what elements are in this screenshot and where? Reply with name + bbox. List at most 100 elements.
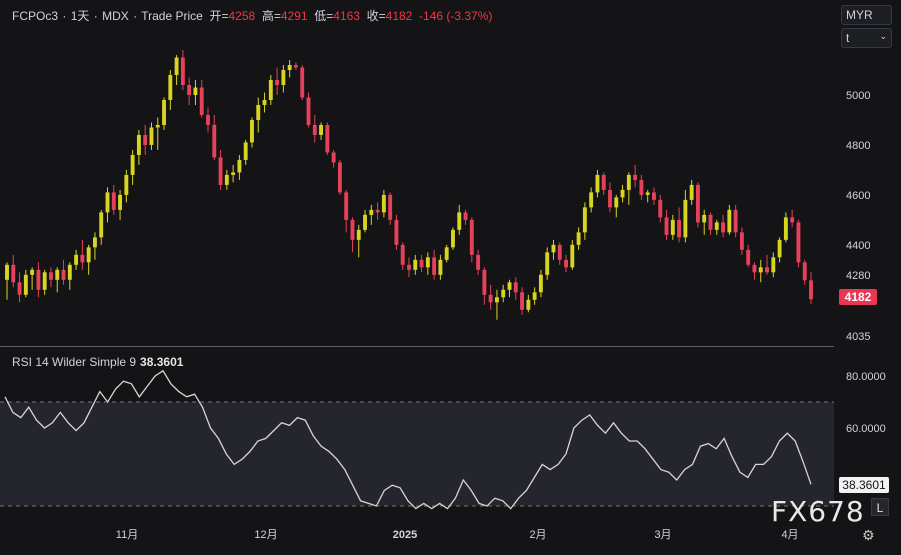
candle-body: [494, 297, 499, 303]
candle-body: [193, 87, 198, 95]
last-price-badge: 4182: [839, 289, 877, 305]
candle-body: [162, 99, 166, 125]
candle-body: [206, 114, 210, 125]
candle-body: [36, 269, 41, 290]
time-tick-label: 11月: [116, 529, 138, 541]
candle-body: [180, 57, 185, 86]
candle-body: [5, 264, 9, 280]
candle-body: [275, 80, 280, 86]
candle-body: [92, 237, 97, 248]
currency-select[interactable]: MYR: [841, 5, 892, 25]
time-tick-label: 12月: [254, 529, 277, 541]
price-tick-label: 5000: [846, 90, 870, 102]
price-tick-label: 4035: [846, 331, 870, 343]
candle-body: [633, 174, 638, 180]
chart-canvas[interactable]: 403542804400460048005000 60.000080.0000 …: [0, 0, 901, 550]
unit-select[interactable]: t ⌄: [841, 28, 892, 48]
candle-body: [425, 257, 430, 268]
candle-body: [312, 124, 317, 135]
candle-body: [293, 65, 298, 68]
candle-body: [758, 267, 763, 273]
candle-body: [187, 85, 192, 95]
candle-body: [130, 154, 135, 175]
symbol-header: FCPOc3 · 1天 · MDX · Trade Price 开=4258 高…: [12, 9, 493, 23]
time-tick-label: 4月: [781, 529, 798, 541]
candle-body: [369, 209, 374, 215]
candle-body: [350, 219, 355, 240]
candle-body: [608, 189, 612, 208]
candle-body: [765, 267, 769, 273]
candle-body: [363, 214, 367, 230]
rsi-header[interactable]: RSI 14 Wilder Simple 9 38.3601: [12, 355, 183, 369]
candle-body: [42, 272, 47, 290]
chart-area[interactable]: 4035 4280 4400 4600 4800 5000 60.0000 80.0000 …: [0, 0, 901, 550]
candle-body: [689, 184, 694, 200]
rsi-tick-label: 80.0000: [846, 371, 886, 383]
candle-body: [49, 272, 53, 280]
candle-body: [23, 274, 28, 295]
close-label: 收=: [366, 9, 386, 23]
candle-body: [268, 80, 273, 100]
candle-body: [30, 269, 35, 275]
candle-body: [463, 212, 468, 220]
settings-gear-icon[interactable]: ⚙: [862, 527, 875, 544]
interval-label[interactable]: 1天: [71, 9, 90, 23]
time-tick-label: 2025: [393, 529, 417, 541]
candle-body: [444, 247, 449, 260]
time-tick-label: 2月: [529, 529, 546, 541]
price-tick-label: 4400: [846, 240, 870, 252]
candle-body: [61, 269, 66, 280]
candle-body: [626, 174, 631, 190]
candle-body: [564, 259, 568, 268]
candle-body: [11, 264, 16, 283]
candle-body: [582, 207, 587, 233]
candle-body: [111, 192, 116, 210]
candle-body: [501, 289, 506, 298]
candle-body: [218, 157, 223, 185]
candle-body: [645, 192, 650, 195]
candle-body: [771, 257, 776, 273]
candle-body: [695, 184, 700, 223]
candle-body: [746, 249, 751, 265]
candle-body: [551, 244, 556, 253]
candle-body: [168, 75, 173, 100]
candle-body: [407, 264, 411, 270]
candle-body: [538, 274, 543, 293]
candle-body: [451, 229, 455, 248]
candle-body: [394, 219, 399, 245]
symbol-name[interactable]: FCPOc3: [12, 9, 58, 23]
candle-body: [482, 269, 487, 295]
candle-body: [595, 174, 600, 193]
time-axis[interactable]: 11月 12月 2025 2月 3月 4月: [116, 529, 799, 541]
candle-body: [124, 174, 129, 195]
candle-body: [344, 192, 349, 220]
candle-body: [212, 124, 217, 158]
candle-body: [381, 194, 386, 213]
exchange-label: MDX: [102, 9, 129, 23]
rsi-value: 38.3601: [140, 355, 184, 369]
rsi-band: [0, 402, 834, 506]
candle-body: [149, 127, 154, 145]
candle-body: [639, 179, 644, 195]
candle-body: [677, 219, 682, 238]
candle-body: [155, 124, 160, 128]
rsi-axis[interactable]: 60.0000 80.0000: [846, 371, 886, 435]
currency-value: MYR: [846, 8, 873, 22]
candle-body: [337, 162, 342, 193]
candle-body: [17, 282, 22, 295]
low-value: 4163: [333, 9, 360, 23]
candle-body: [80, 254, 85, 263]
candle-body: [576, 232, 581, 245]
candle-body: [99, 212, 104, 238]
price-axis[interactable]: 4035 4280 4400 4600 4800 5000: [846, 90, 870, 343]
candle-body: [174, 57, 179, 76]
time-tick-label: 3月: [654, 529, 671, 541]
candle-body: [708, 214, 713, 230]
candle-body: [237, 159, 242, 173]
candle-body: [513, 282, 518, 293]
candle-body: [306, 97, 311, 125]
candle-body: [300, 67, 305, 98]
price-tick-label: 4800: [846, 140, 870, 152]
log-scale-button[interactable]: L: [871, 498, 889, 516]
candle-body: [256, 104, 261, 120]
